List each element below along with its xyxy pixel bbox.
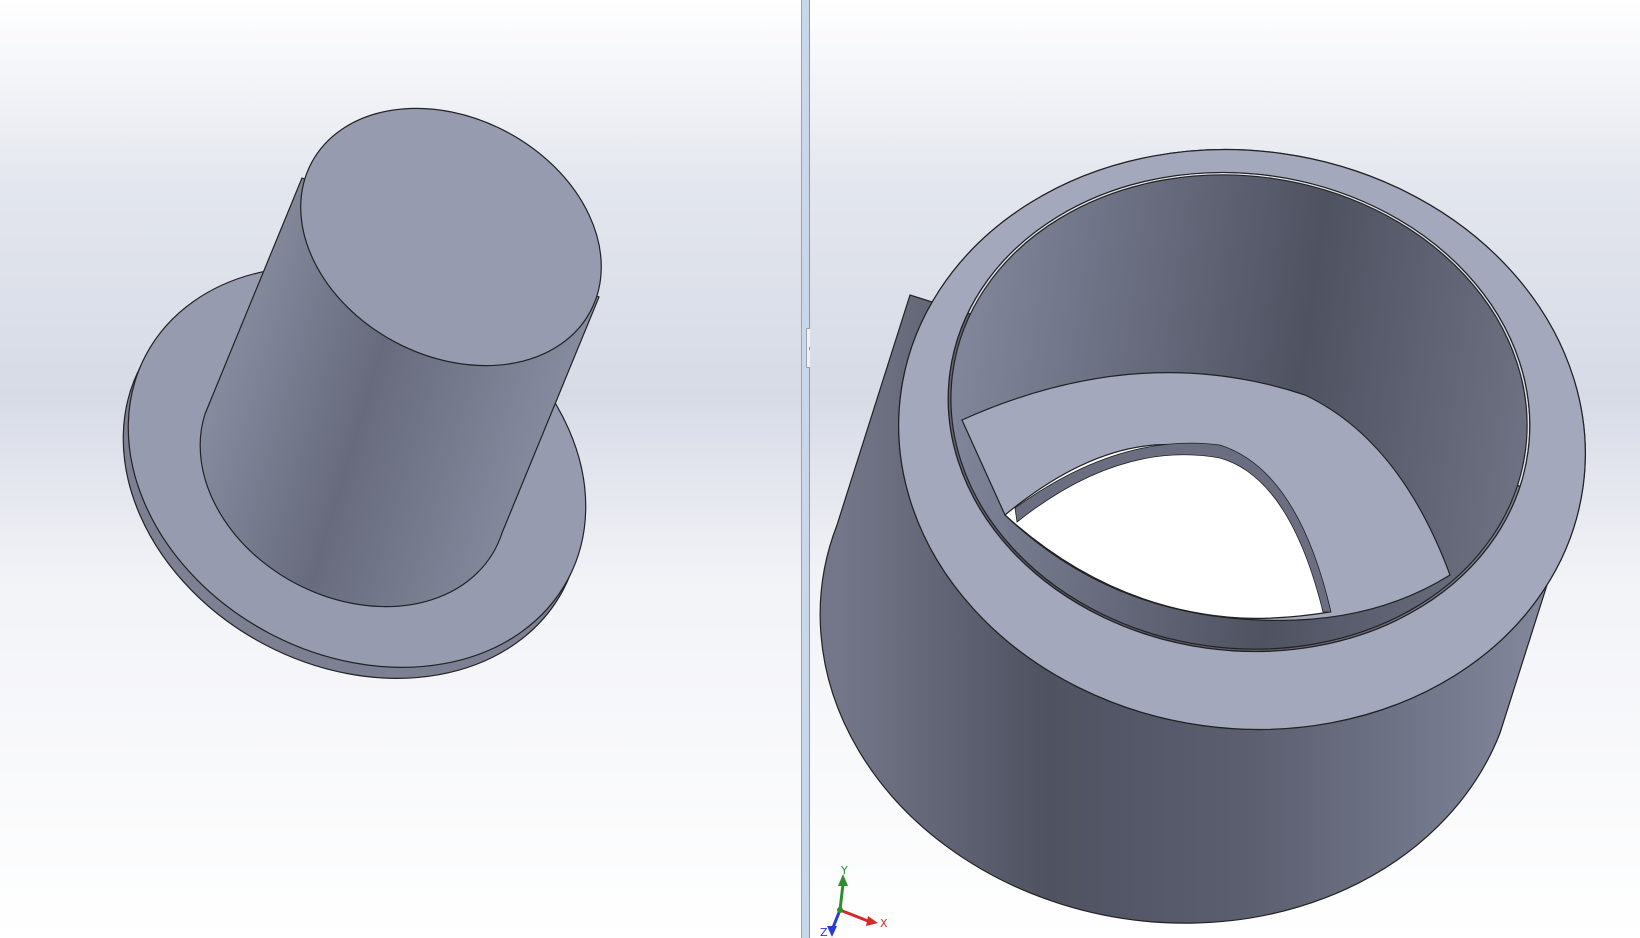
triad-origin (837, 907, 843, 913)
right-viewport[interactable]: X Y Z (810, 0, 1640, 938)
graphics-area[interactable]: X Y Z (0, 0, 1640, 938)
x-axis-line (839, 908, 869, 923)
coordinate-triad: X Y Z (820, 864, 888, 938)
y-axis-label: Y (840, 864, 848, 877)
left-viewport[interactable] (0, 0, 801, 938)
x-axis-arrow-icon (866, 916, 878, 926)
y-axis-line (838, 883, 845, 911)
sleeve-model[interactable]: X Y Z (810, 0, 1640, 938)
z-axis-label: Z (820, 926, 828, 938)
z-axis-arrow-icon (827, 926, 837, 937)
x-axis-label: X (880, 917, 888, 930)
viewport-split-bar[interactable] (801, 0, 810, 938)
flange-bushing-model[interactable] (0, 0, 801, 938)
